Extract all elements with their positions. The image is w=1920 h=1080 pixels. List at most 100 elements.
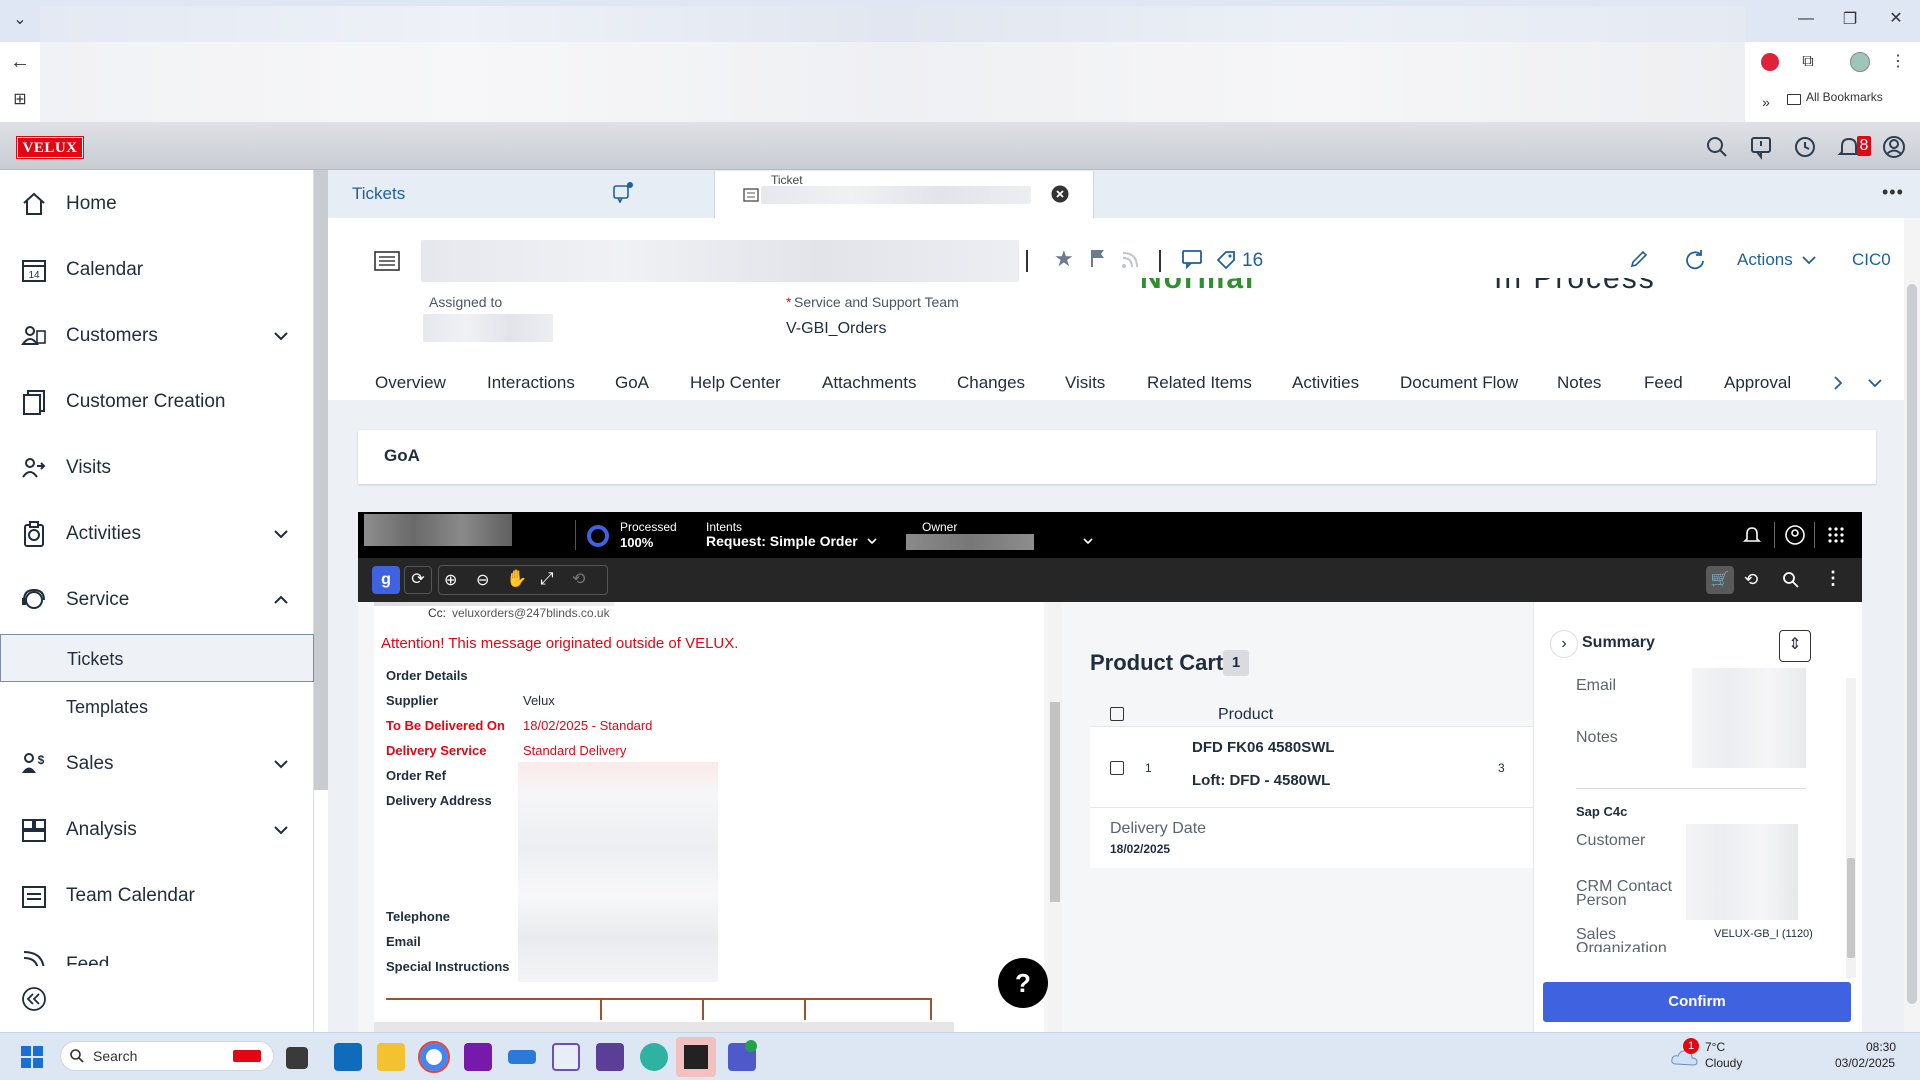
sidebar-subitem-tickets[interactable]: Tickets xyxy=(0,634,314,682)
sidebar-item-customers[interactable]: Customers xyxy=(0,312,314,360)
task-view-icon[interactable] xyxy=(286,1047,308,1069)
flag-icon[interactable] xyxy=(1089,248,1107,268)
tab-goa[interactable]: GoA xyxy=(615,373,649,393)
windows-start-icon[interactable] xyxy=(20,1045,44,1069)
tab-attachments[interactable]: Attachments xyxy=(822,373,917,393)
help-button[interactable]: ? xyxy=(998,958,1048,1008)
edge-icon[interactable] xyxy=(640,1043,668,1071)
bell-icon[interactable] xyxy=(1742,525,1762,545)
visual-studio-icon[interactable] xyxy=(596,1043,624,1071)
tab-related-items[interactable]: Related Items xyxy=(1147,373,1252,393)
more-options-icon[interactable]: ••• xyxy=(1882,182,1904,203)
app-grid-icon[interactable] xyxy=(1826,525,1846,545)
sync-icon[interactable]: ⟳ xyxy=(404,566,432,594)
tab-ticket[interactable]: Ticket xyxy=(714,171,1094,218)
close-tab-icon[interactable] xyxy=(1051,185,1069,203)
chrome-icon[interactable] xyxy=(418,1041,450,1073)
tag-icon[interactable] xyxy=(1216,250,1236,270)
horizontal-scrollbar[interactable] xyxy=(374,1022,954,1032)
actions-menu-button[interactable]: Actions xyxy=(1737,250,1793,270)
outlook-icon[interactable] xyxy=(334,1043,362,1071)
refresh-icon[interactable] xyxy=(1684,249,1706,271)
app-logo-icon[interactable]: g xyxy=(372,566,400,594)
favorite-star-icon[interactable]: ★ xyxy=(1054,246,1074,272)
collapse-summary-button[interactable]: › xyxy=(1550,630,1578,658)
apps-grid-icon[interactable]: ⊞ xyxy=(8,90,32,110)
cart-row[interactable]: 1 DFD FK06 4580SWL Loft: DFD - 4580WL 3 xyxy=(1090,726,1550,808)
expand-collapse-icon[interactable]: ⇕ xyxy=(1779,630,1811,662)
feedback-icon[interactable] xyxy=(1748,134,1774,160)
sidebar-item-team-calendar[interactable]: Team Calendar xyxy=(0,872,314,920)
tab-tickets[interactable]: Tickets xyxy=(330,171,708,217)
profile-avatar[interactable] xyxy=(1850,52,1870,72)
assigned-to-value-redacted[interactable] xyxy=(423,314,553,342)
sidebar-scrollbar[interactable] xyxy=(314,170,328,790)
collapse-sidebar-icon[interactable] xyxy=(21,986,47,1012)
chevron-down-icon[interactable] xyxy=(1082,536,1094,546)
tab-help-center[interactable]: Help Center xyxy=(690,373,781,393)
chevron-down-icon[interactable] xyxy=(1801,254,1817,266)
sidebar-subitem-templates[interactable]: Templates xyxy=(0,683,314,731)
chevron-down-icon[interactable] xyxy=(272,327,290,345)
comment-icon[interactable] xyxy=(1181,249,1203,269)
tab-document-flow[interactable]: Document Flow xyxy=(1400,373,1518,393)
zoom-in-icon[interactable]: ⊕ xyxy=(444,570,457,590)
cico-button[interactable]: CIC0 xyxy=(1852,250,1891,270)
email-scrollbar[interactable] xyxy=(1048,602,1062,1032)
search-icon[interactable] xyxy=(1704,134,1730,160)
sidebar-item-service[interactable]: Service xyxy=(0,576,314,624)
chevron-down-icon[interactable] xyxy=(272,821,290,839)
account-icon[interactable] xyxy=(1784,524,1806,546)
sidebar-item-activities[interactable]: Activities xyxy=(0,510,314,558)
follow-feed-icon[interactable] xyxy=(1120,250,1140,270)
chevron-down-icon[interactable] xyxy=(1866,376,1884,390)
extension-icon[interactable] xyxy=(1761,53,1779,71)
tab-interactions[interactable]: Interactions xyxy=(487,373,575,393)
scrollbar-thumb[interactable] xyxy=(1907,284,1917,1004)
fit-to-screen-icon[interactable]: ⤢ xyxy=(540,569,554,589)
snipping-tool-icon[interactable] xyxy=(552,1043,580,1071)
taskbar-search[interactable]: Search xyxy=(60,1041,274,1071)
edit-pencil-icon[interactable] xyxy=(1629,249,1649,269)
close-window-icon[interactable]: ✕ xyxy=(1884,9,1908,29)
summary-scrollbar[interactable] xyxy=(1846,678,1856,978)
sidebar-item-feed[interactable]: Feed xyxy=(0,938,314,966)
cart-icon[interactable]: 🛒 xyxy=(1706,566,1734,594)
tab-overview[interactable]: Overview xyxy=(375,373,446,393)
onenote-icon[interactable] xyxy=(464,1043,492,1071)
file-explorer-icon[interactable] xyxy=(377,1043,405,1071)
new-ticket-icon[interactable] xyxy=(612,181,634,203)
sidebar-item-analysis[interactable]: Analysis xyxy=(0,806,314,854)
zoom-out-icon[interactable]: ⊖ xyxy=(476,570,489,590)
tab-activities[interactable]: Activities xyxy=(1292,373,1359,393)
product-quantity[interactable]: 3 xyxy=(1498,761,1505,775)
clock-date[interactable]: 03/02/2025 xyxy=(1835,1056,1895,1070)
user-profile-icon[interactable] xyxy=(1881,134,1907,160)
more-bookmarks-icon[interactable]: » xyxy=(1756,92,1776,112)
tab-visits[interactable]: Visits xyxy=(1065,373,1105,393)
confirm-button[interactable]: Confirm xyxy=(1543,982,1851,1022)
tab-notes[interactable]: Notes xyxy=(1557,373,1601,393)
tab-changes[interactable]: Changes xyxy=(957,373,1025,393)
chevron-up-icon[interactable] xyxy=(272,591,290,609)
select-all-checkbox[interactable] xyxy=(1110,707,1124,721)
team-value[interactable]: V-GBI_Orders xyxy=(786,320,886,338)
tab-approval[interactable]: Approval xyxy=(1724,373,1791,393)
row-checkbox[interactable] xyxy=(1110,761,1124,775)
tab-feed[interactable]: Feed xyxy=(1644,373,1683,393)
kebab-menu-icon[interactable]: ⋮ xyxy=(1824,568,1842,589)
minimize-icon[interactable]: — xyxy=(1794,9,1818,29)
app-icon[interactable] xyxy=(508,1050,536,1064)
chevron-right-icon[interactable] xyxy=(1830,374,1846,392)
sidebar-item-customer-creation[interactable]: Customer Creation xyxy=(0,378,314,426)
search-icon[interactable] xyxy=(1782,571,1800,589)
tag-count[interactable]: 16 xyxy=(1242,250,1263,272)
active-app-highlight[interactable] xyxy=(676,1037,716,1077)
chevron-down-icon[interactable] xyxy=(866,536,878,546)
chevron-down-icon[interactable] xyxy=(272,755,290,773)
owner-value-redacted[interactable] xyxy=(906,534,1034,550)
restore-icon[interactable]: ❐ xyxy=(1838,10,1862,30)
sidebar-item-calendar[interactable]: 14 Calendar xyxy=(0,246,314,294)
history-icon[interactable] xyxy=(1792,134,1818,160)
back-icon[interactable]: ← xyxy=(8,52,32,72)
